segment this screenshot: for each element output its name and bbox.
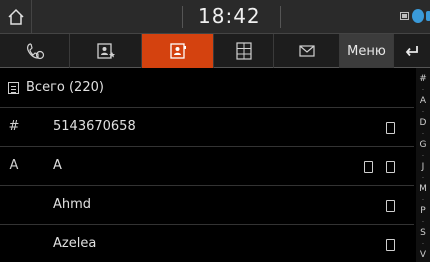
index-entry[interactable]: M <box>416 184 430 194</box>
status-divider <box>182 6 183 28</box>
index-entry[interactable]: S <box>416 228 430 238</box>
home-icon <box>7 8 24 25</box>
tab-dial-pad[interactable] <box>214 34 274 68</box>
phone-device-icon <box>386 161 395 173</box>
index-entry[interactable]: A <box>416 96 430 106</box>
index-separator: · <box>421 218 425 226</box>
tab-messages[interactable] <box>274 34 340 68</box>
index-letter: A <box>9 158 19 173</box>
index-separator: · <box>421 86 425 94</box>
contact-name: Ahmd <box>53 197 92 212</box>
index-entry[interactable]: V <box>416 250 430 260</box>
phone-device-icon <box>386 122 395 134</box>
index-entry[interactable]: # <box>416 74 430 84</box>
index-separator: · <box>421 152 425 160</box>
back-button[interactable] <box>394 34 430 68</box>
list-icon <box>8 82 19 94</box>
phone-device-icon <box>364 161 373 173</box>
index-separator: · <box>421 108 425 116</box>
status-divider <box>280 6 281 28</box>
alphabet-index[interactable]: # · A · D · G · J · M · P · S · V <box>416 68 430 262</box>
index-letter: # <box>8 119 20 134</box>
all-contacts-label: Всего (220) <box>26 80 104 95</box>
dial-pad-icon <box>235 42 252 60</box>
phone-device-icon <box>386 200 395 212</box>
phone-device-icon <box>386 239 395 251</box>
phone-battery-icon <box>400 12 409 20</box>
tab-favorites[interactable] <box>70 34 142 68</box>
contact-row[interactable]: A A <box>0 147 414 186</box>
contacts-list: Всего (220) # 5143670658 A A Ahmd Azelea <box>0 68 414 262</box>
index-entry[interactable]: G <box>416 140 430 150</box>
contact-row[interactable]: # 5143670658 <box>0 108 414 147</box>
contacts-icon <box>169 43 186 59</box>
favorites-contacts-icon <box>96 43 115 59</box>
contact-name: 5143670658 <box>53 119 136 134</box>
contact-row[interactable]: Azelea <box>0 225 414 262</box>
index-separator: · <box>421 174 425 182</box>
messages-icon <box>298 45 315 57</box>
index-separator: · <box>421 196 425 204</box>
index-separator: · <box>421 240 425 248</box>
tab-contacts[interactable] <box>142 34 214 68</box>
home-button[interactable] <box>0 0 32 34</box>
index-entry[interactable]: D <box>416 118 430 128</box>
clock: 18:42 <box>198 4 261 28</box>
signal-icon <box>426 11 430 21</box>
call-history-icon <box>26 43 44 60</box>
index-entry[interactable]: P <box>416 206 430 216</box>
phone-tab-bar: Меню <box>0 34 430 68</box>
status-bar: 18:42 <box>0 0 430 34</box>
contact-name: A <box>53 158 62 173</box>
contact-row[interactable]: Ahmd <box>0 186 414 225</box>
menu-button[interactable]: Меню <box>340 34 394 68</box>
index-entry[interactable]: J <box>416 162 430 172</box>
back-arrow-icon <box>405 46 418 57</box>
all-contacts-header[interactable]: Всего (220) <box>0 68 414 108</box>
contact-name: Azelea <box>53 236 97 251</box>
tab-call-history[interactable] <box>0 34 70 68</box>
index-separator: · <box>421 130 425 138</box>
bluetooth-icon <box>412 9 424 23</box>
